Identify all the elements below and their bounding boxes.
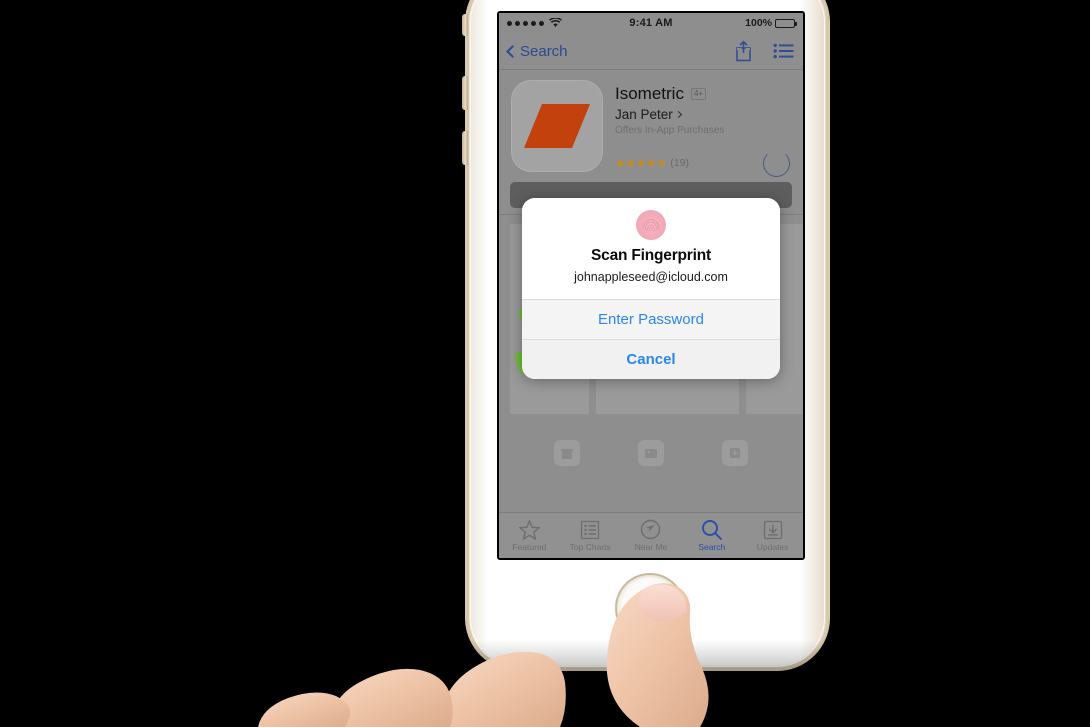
- home-button-touch-id[interactable]: [617, 575, 683, 641]
- tab-top-charts[interactable]: Top Charts: [560, 513, 621, 558]
- in-app-purchase-note: Offers In-App Purchases: [615, 125, 725, 136]
- compass-icon: [641, 519, 661, 540]
- app-header: Isometric 4+ Jan Peter Offers In-App Pur…: [499, 70, 803, 177]
- store-icon[interactable]: [554, 440, 580, 466]
- star-icon: [518, 519, 540, 540]
- volume-down-button[interactable]: [462, 131, 468, 165]
- tab-bar: Featured Top Charts Near Me Search Updat…: [499, 512, 803, 558]
- phone-screen: 9:41 AM 100% Search Isometric 4+ Jan Pet…: [497, 11, 805, 560]
- dialog-subtitle: johnappleseed@icloud.com: [574, 270, 728, 284]
- chevron-right-icon: [674, 110, 682, 119]
- download-icon[interactable]: [722, 440, 748, 466]
- dialog-title: Scan Fingerprint: [591, 247, 711, 264]
- download-icon: [763, 520, 782, 539]
- tab-label: Updates: [756, 541, 789, 552]
- little-finger: [258, 692, 351, 727]
- star-rating: ★★★★★: [615, 156, 667, 170]
- scan-fingerprint-dialog: Scan Fingerprint johnappleseed@icloud.co…: [522, 198, 780, 379]
- cancel-button[interactable]: Cancel: [522, 339, 780, 379]
- silent-switch[interactable]: [462, 14, 468, 36]
- tab-label: Featured: [512, 541, 547, 552]
- age-rating-badge: 4+: [690, 87, 707, 101]
- nav-actions: [734, 40, 794, 62]
- tab-featured[interactable]: Featured: [499, 513, 560, 558]
- tab-label: Top Charts: [569, 541, 611, 552]
- status-bar: 9:41 AM 100%: [499, 13, 803, 33]
- ring-finger: [330, 668, 453, 727]
- enter-password-button[interactable]: Enter Password: [522, 299, 780, 339]
- battery-icon: [775, 18, 798, 28]
- app-store-app: 9:41 AM 100% Search Isometric 4+ Jan Pet…: [499, 13, 803, 558]
- battery-percent-label: 100%: [745, 17, 773, 29]
- fingerprint-icon: [636, 210, 666, 240]
- signal-dot: [523, 20, 528, 26]
- back-button-label: Search: [520, 42, 568, 60]
- parallelogram-glyph: [524, 104, 590, 148]
- status-bar-left: [507, 18, 629, 28]
- tab-near-me[interactable]: Near Me: [621, 513, 682, 558]
- signal-dot: [531, 20, 536, 26]
- search-icon: [702, 520, 723, 540]
- palm: [258, 676, 700, 727]
- back-button[interactable]: Search: [506, 42, 734, 60]
- app-developer-link[interactable]: Jan Peter: [615, 107, 791, 122]
- dialog-header: Scan Fingerprint johnappleseed@icloud.co…: [522, 198, 780, 299]
- tab-label: Near Me: [634, 542, 668, 552]
- app-developer-label: Jan Peter: [615, 107, 673, 122]
- navigation-bar: Search: [499, 33, 803, 70]
- photos-icon[interactable]: [638, 440, 664, 466]
- chevron-left-icon: [506, 44, 519, 58]
- home-button-inner: [621, 579, 679, 637]
- share-icon[interactable]: [734, 40, 753, 62]
- list-icon[interactable]: [773, 43, 794, 59]
- signal-dot: [515, 20, 520, 26]
- tab-search[interactable]: Search: [681, 513, 742, 558]
- volume-up-button[interactable]: [462, 76, 468, 110]
- gallery-app-icons: [499, 440, 803, 466]
- scene-root: 9:41 AM 100% Search Isometric 4+ Jan Pet…: [0, 0, 1090, 727]
- status-bar-time: 9:41 AM: [629, 17, 673, 29]
- status-bar-right: 100%: [673, 17, 798, 29]
- wifi-icon: [549, 18, 562, 27]
- signal-dot: [507, 20, 512, 26]
- rating-count: (19): [670, 157, 689, 169]
- list-icon: [581, 520, 600, 539]
- signal-dot: [539, 20, 544, 26]
- app-title: Isometric: [615, 84, 684, 103]
- loading-spinner-icon[interactable]: [763, 150, 790, 177]
- app-title-row: Isometric 4+: [615, 84, 791, 104]
- isometric-app-icon[interactable]: [511, 80, 603, 172]
- tab-updates[interactable]: Updates: [742, 513, 803, 558]
- tab-label: Search: [698, 542, 726, 552]
